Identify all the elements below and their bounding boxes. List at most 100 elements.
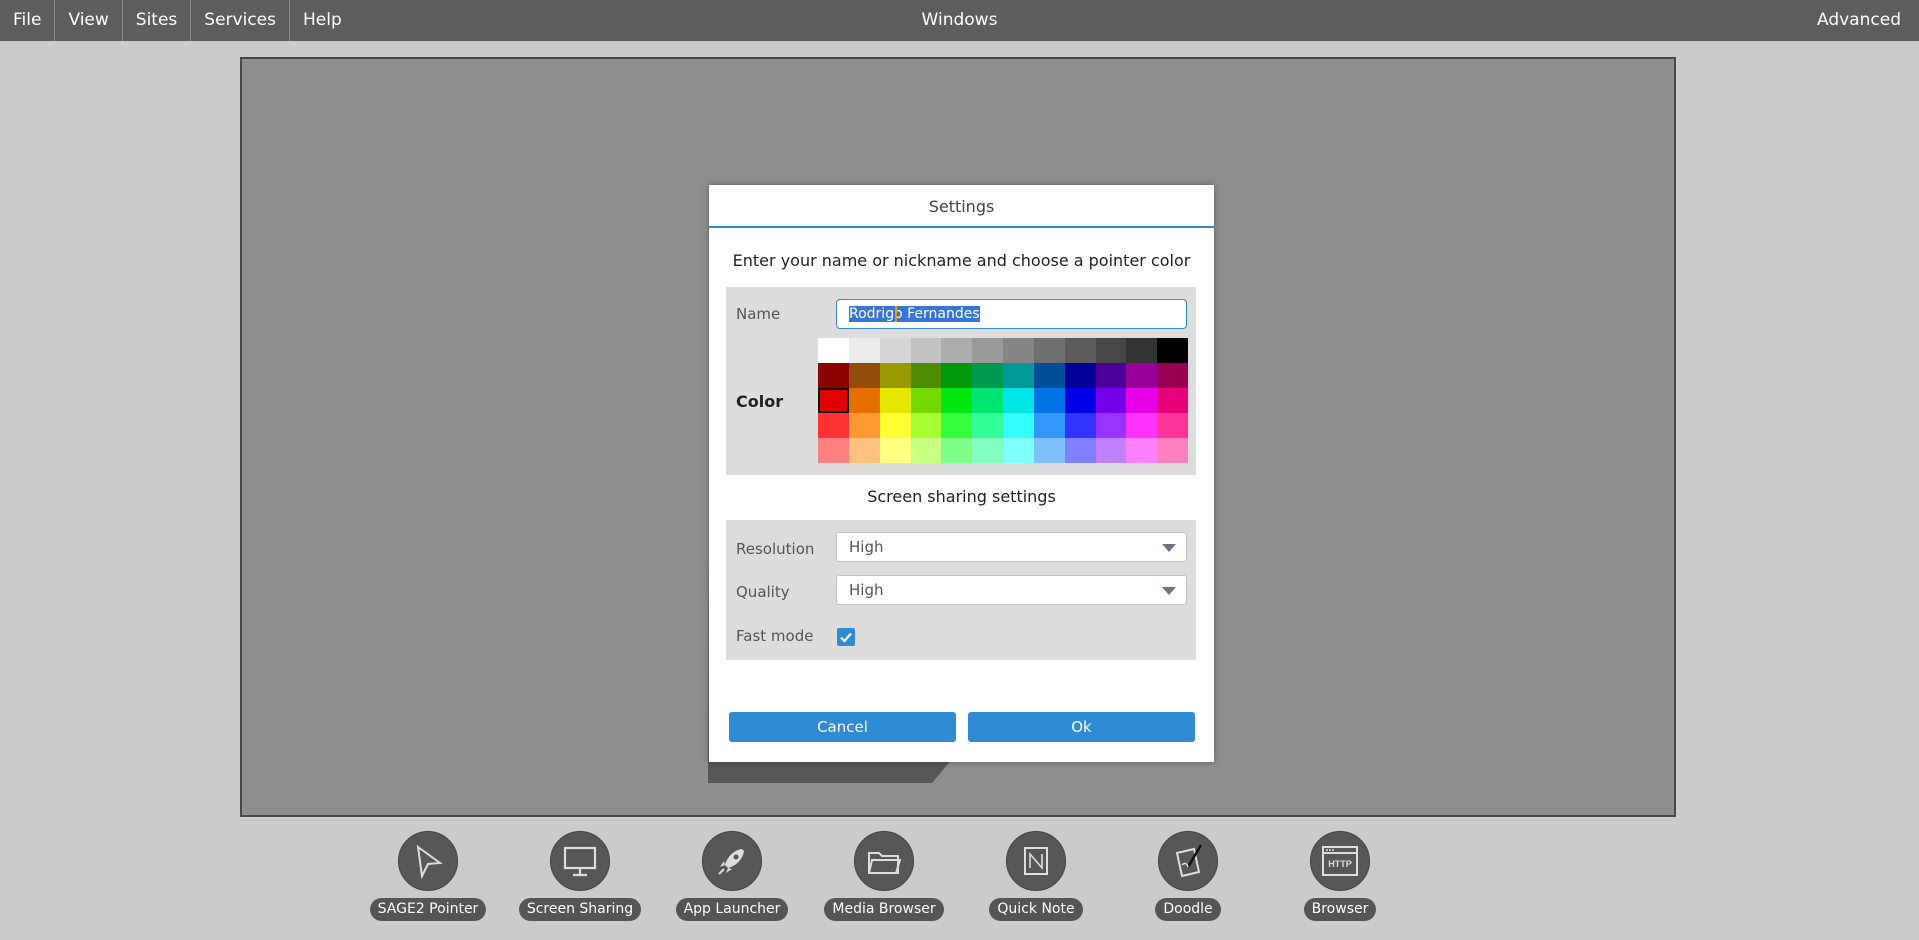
color-swatch[interactable] xyxy=(1003,338,1034,363)
ok-button[interactable]: Ok xyxy=(968,712,1195,742)
dialog-subtitle: Enter your name or nickname and choose a… xyxy=(732,251,1191,270)
folder-icon[interactable] xyxy=(854,831,914,891)
color-swatch[interactable] xyxy=(1033,338,1065,363)
dock-doodle[interactable]: Doodle xyxy=(1118,831,1258,921)
dock-screen-sharing[interactable]: Screen Sharing xyxy=(510,831,650,921)
color-swatch[interactable] xyxy=(972,438,1003,463)
color-swatch[interactable] xyxy=(818,338,849,363)
color-swatch[interactable] xyxy=(848,413,880,438)
menu-view[interactable]: View xyxy=(55,0,123,41)
fast-mode-checkbox[interactable] xyxy=(837,628,855,646)
color-swatch[interactable] xyxy=(1157,413,1188,438)
color-swatch[interactable] xyxy=(910,363,942,388)
pointer-arrow-icon[interactable] xyxy=(398,831,458,891)
color-swatch[interactable] xyxy=(1095,338,1127,363)
color-swatch[interactable] xyxy=(818,388,849,413)
color-palette xyxy=(818,338,1188,463)
chevron-down-icon xyxy=(1162,544,1176,552)
color-swatch[interactable] xyxy=(972,388,1003,413)
monitor-icon[interactable] xyxy=(550,831,610,891)
menu-advanced[interactable]: Advanced xyxy=(1817,0,1901,41)
color-swatch[interactable] xyxy=(879,438,911,463)
color-swatch[interactable] xyxy=(1157,438,1188,463)
dock-browser[interactable]: HTTP Browser xyxy=(1270,831,1410,921)
color-swatch[interactable] xyxy=(1095,413,1127,438)
dock-label: Quick Note xyxy=(989,898,1083,921)
screen-sharing-title: Screen sharing settings xyxy=(867,487,1056,506)
color-swatch[interactable] xyxy=(879,388,911,413)
color-swatch[interactable] xyxy=(1003,438,1034,463)
resolution-label: Resolution xyxy=(736,540,815,558)
menu-services[interactable]: Services xyxy=(191,0,290,41)
resolution-select[interactable]: High xyxy=(836,532,1187,562)
menu-sites[interactable]: Sites xyxy=(123,0,192,41)
color-swatch[interactable] xyxy=(972,338,1003,363)
color-swatch[interactable] xyxy=(1095,438,1127,463)
dock-label: Screen Sharing xyxy=(518,898,642,921)
color-swatch[interactable] xyxy=(1033,388,1065,413)
color-swatch[interactable] xyxy=(1064,363,1096,388)
doodle-icon[interactable] xyxy=(1158,831,1218,891)
quality-select[interactable]: High xyxy=(836,575,1187,605)
color-swatch[interactable] xyxy=(972,413,1003,438)
color-swatch[interactable] xyxy=(1003,413,1034,438)
color-swatch[interactable] xyxy=(1095,388,1127,413)
menu-items: File View Sites Services Help xyxy=(0,0,355,41)
color-swatch[interactable] xyxy=(1126,438,1158,463)
dialog-title: Settings xyxy=(709,185,1214,228)
color-swatch[interactable] xyxy=(910,413,942,438)
color-swatch[interactable] xyxy=(1064,388,1096,413)
cancel-button[interactable]: Cancel xyxy=(729,712,956,742)
color-swatch[interactable] xyxy=(910,338,942,363)
color-swatch[interactable] xyxy=(848,388,880,413)
color-swatch[interactable] xyxy=(848,438,880,463)
dock-app-launcher[interactable]: App Launcher xyxy=(662,831,802,921)
color-swatch[interactable] xyxy=(1033,413,1065,438)
color-swatch[interactable] xyxy=(972,363,1003,388)
rocket-icon[interactable] xyxy=(702,831,762,891)
color-swatch[interactable] xyxy=(879,363,911,388)
color-swatch[interactable] xyxy=(848,338,880,363)
color-swatch[interactable] xyxy=(1157,388,1188,413)
color-swatch[interactable] xyxy=(941,388,973,413)
color-swatch[interactable] xyxy=(910,388,942,413)
color-swatch[interactable] xyxy=(1033,438,1065,463)
color-swatch[interactable] xyxy=(1126,338,1158,363)
dock-sage2-pointer[interactable]: SAGE2 Pointer xyxy=(358,831,498,921)
color-swatch[interactable] xyxy=(1126,363,1158,388)
dock-label: SAGE2 Pointer xyxy=(369,898,487,921)
name-input[interactable]: Rodrigo Fernandes xyxy=(836,299,1187,329)
menu-file[interactable]: File xyxy=(0,0,56,41)
note-icon[interactable] xyxy=(1006,831,1066,891)
color-swatch[interactable] xyxy=(941,363,973,388)
color-swatch[interactable] xyxy=(1126,413,1158,438)
color-swatch[interactable] xyxy=(879,338,911,363)
settings-dialog: Settings Enter your name or nickname and… xyxy=(709,185,1214,762)
color-swatch[interactable] xyxy=(1003,388,1034,413)
color-swatch[interactable] xyxy=(1033,363,1065,388)
color-swatch[interactable] xyxy=(879,413,911,438)
http-browser-icon[interactable]: HTTP xyxy=(1310,831,1370,891)
dock-label: Doodle xyxy=(1155,898,1221,921)
color-swatch[interactable] xyxy=(818,363,849,388)
color-swatch[interactable] xyxy=(1126,388,1158,413)
color-swatch[interactable] xyxy=(941,438,973,463)
color-swatch[interactable] xyxy=(1003,363,1034,388)
color-swatch[interactable] xyxy=(818,438,849,463)
color-swatch[interactable] xyxy=(941,338,973,363)
color-swatch[interactable] xyxy=(910,438,942,463)
menu-help[interactable]: Help xyxy=(290,0,355,41)
dock-label: Media Browser xyxy=(824,898,944,921)
color-swatch[interactable] xyxy=(848,363,880,388)
color-swatch[interactable] xyxy=(1064,338,1096,363)
dock-quick-note[interactable]: Quick Note xyxy=(966,831,1106,921)
color-swatch[interactable] xyxy=(818,413,849,438)
color-swatch[interactable] xyxy=(941,413,973,438)
color-swatch[interactable] xyxy=(1064,438,1096,463)
color-swatch[interactable] xyxy=(1157,363,1188,388)
color-swatch[interactable] xyxy=(1095,363,1127,388)
color-swatch[interactable] xyxy=(1064,413,1096,438)
quality-label: Quality xyxy=(736,583,790,601)
color-swatch[interactable] xyxy=(1157,338,1188,363)
dock-media-browser[interactable]: Media Browser xyxy=(814,831,954,921)
